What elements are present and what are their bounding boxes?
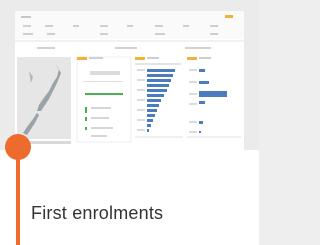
card-footer: First enrolments (0, 150, 259, 245)
indicator-line (16, 154, 20, 245)
card-title[interactable]: First enrolments (31, 203, 163, 224)
thumbnail-frame (0, 0, 259, 150)
indicator-dot (5, 134, 31, 160)
dashboard-preview-image (15, 11, 244, 144)
dashboard-thumbnail (15, 11, 244, 150)
app-card[interactable]: First enrolments (0, 0, 259, 245)
